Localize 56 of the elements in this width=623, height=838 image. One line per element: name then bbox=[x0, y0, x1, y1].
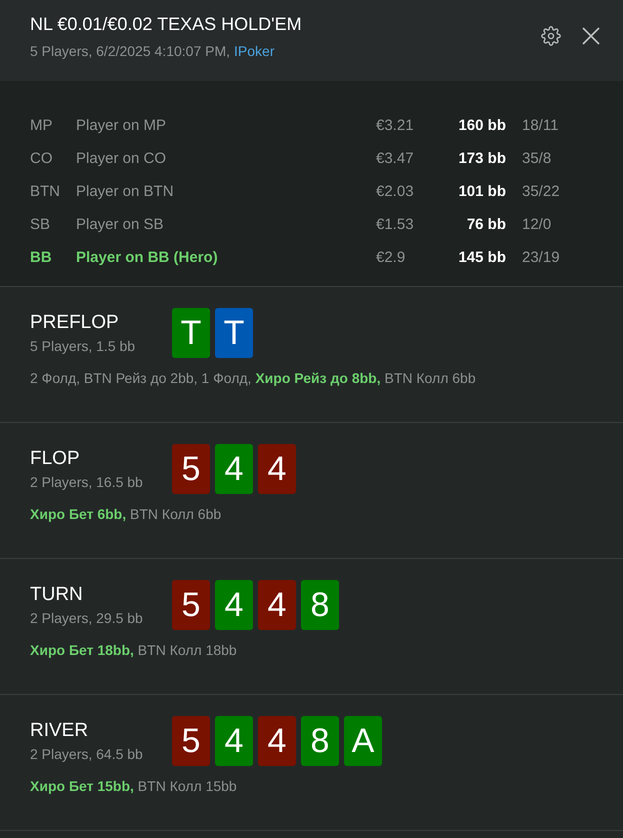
playing-card: T bbox=[215, 308, 253, 358]
player-money: €1.53 bbox=[376, 216, 415, 232]
player-name: Player on BTN bbox=[76, 182, 175, 200]
playing-card: 4 bbox=[215, 580, 253, 630]
playing-card: 8 bbox=[301, 716, 339, 766]
site-link[interactable]: IPoker bbox=[234, 43, 274, 59]
player-name: Player on MP bbox=[76, 116, 168, 134]
close-icon[interactable] bbox=[581, 26, 601, 46]
street-info: 5 Players, 1.5 bb bbox=[30, 338, 136, 354]
player-stats: 35/22 bbox=[522, 182, 561, 200]
playing-card: 8 bbox=[301, 580, 339, 630]
action-line: Хиро Бет 18bb, BTN Колл 18bb bbox=[30, 642, 238, 658]
player-position: SB bbox=[30, 216, 52, 232]
player-stats: 18/11 bbox=[522, 116, 560, 134]
playing-card: 4 bbox=[258, 444, 296, 494]
settings-icon[interactable] bbox=[541, 26, 561, 46]
street-name: FLOP bbox=[30, 448, 81, 470]
player-stats: 12/0 bbox=[522, 216, 552, 232]
street-name: TURN bbox=[30, 584, 84, 606]
player-stack: 173 bb bbox=[457, 150, 507, 166]
player-money: €3.47 bbox=[376, 150, 415, 166]
playing-card: 4 bbox=[215, 716, 253, 766]
window-title: NL €0.01/€0.02 TEXAS HOLD'EM bbox=[30, 14, 302, 35]
playing-card: 5 bbox=[172, 444, 210, 494]
player-position: BB bbox=[30, 248, 53, 266]
street-info: 2 Players, 16.5 bb bbox=[30, 474, 144, 490]
playing-card: 4 bbox=[258, 716, 296, 766]
player-money: €3.21 bbox=[376, 116, 415, 134]
playing-card: T bbox=[172, 308, 210, 358]
street-info: 2 Players, 29.5 bb bbox=[30, 610, 144, 626]
street-info: 2 Players, 64.5 bb bbox=[30, 746, 144, 762]
player-stats: 23/19 bbox=[522, 248, 561, 266]
playing-card: 4 bbox=[215, 444, 253, 494]
player-name: Player on CO bbox=[76, 150, 168, 166]
player-name: Player on SB bbox=[76, 216, 165, 232]
street-name: PREFLOP bbox=[30, 312, 120, 334]
player-stack: 145 bb bbox=[457, 248, 507, 266]
player-money: €2.9 bbox=[376, 248, 406, 266]
playing-card: 4 bbox=[258, 580, 296, 630]
player-stack: 76 bb bbox=[466, 216, 507, 232]
hand-info: 5 Players, 6/2/2025 4:10:07 PM, bbox=[30, 43, 230, 59]
player-position: BTN bbox=[30, 182, 61, 200]
action-line: Хиро Бет 6bb, BTN Колл 6bb bbox=[30, 506, 222, 522]
playing-card: 5 bbox=[172, 716, 210, 766]
player-stats: 35/8 bbox=[522, 150, 552, 166]
player-name: Player on BB (Hero) bbox=[76, 248, 219, 266]
action-line: Хиро Бет 15bb, BTN Колл 15bb bbox=[30, 778, 238, 794]
playing-card: 5 bbox=[172, 580, 210, 630]
playing-card: A bbox=[344, 716, 382, 766]
action-line: 2 Фолд, BTN Рейз до 2bb, 1 Фолд, Хиро Рейз до 8bb, BTN Колл 6bb bbox=[30, 370, 477, 386]
player-stack: 160 bb bbox=[457, 116, 507, 134]
player-position: MP bbox=[30, 116, 54, 134]
street-name: RIVER bbox=[30, 720, 90, 742]
player-position: CO bbox=[30, 150, 54, 166]
player-money: €2.03 bbox=[376, 182, 415, 200]
player-stack: 101 bb bbox=[457, 182, 507, 200]
